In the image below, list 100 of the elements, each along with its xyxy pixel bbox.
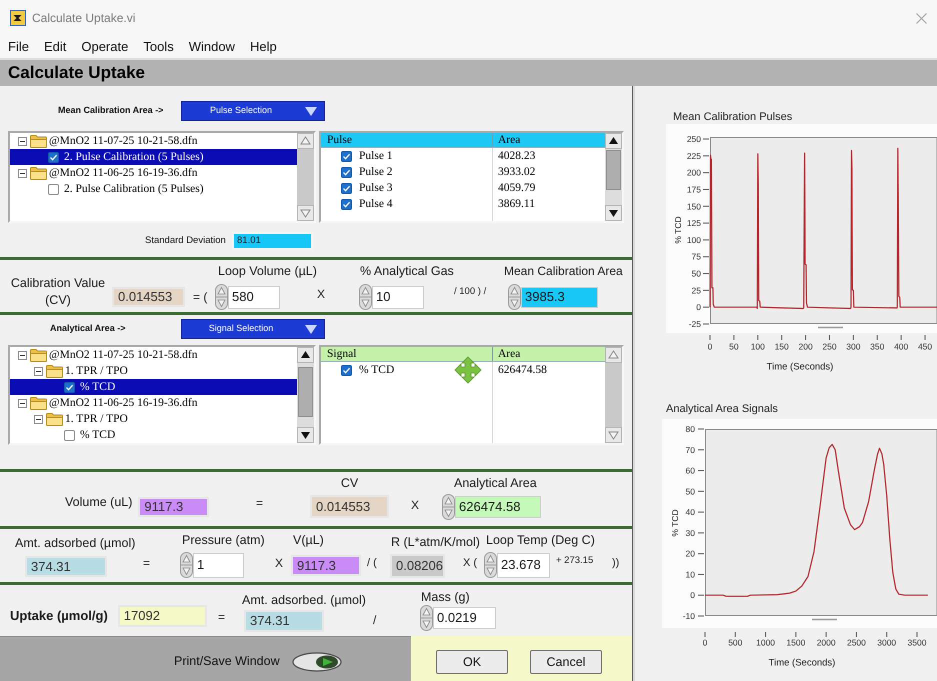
number-input[interactable]: 1 xyxy=(193,552,244,578)
value-display: 81.01 xyxy=(232,232,313,250)
row-label: % TCD xyxy=(359,363,394,378)
field-label: Uptake (µmol/g) xyxy=(10,607,108,624)
checkbox[interactable] xyxy=(48,184,59,194)
value-display: 9117.3 xyxy=(291,555,361,576)
scrollbar-thumb[interactable] xyxy=(606,150,621,190)
column-header: Area xyxy=(498,346,520,362)
selection-dropdown[interactable]: Pulse Selection xyxy=(181,101,325,121)
app-icon xyxy=(10,10,26,26)
number-input[interactable]: 626474.58 xyxy=(455,496,541,518)
scrollbar-thumb[interactable] xyxy=(298,367,313,417)
tree-item[interactable]: % TCD xyxy=(10,427,297,443)
tree-item[interactable]: 1. TPR / TPO xyxy=(10,411,297,427)
tree-item[interactable]: 2. Pulse Calibration (5 Pulses) xyxy=(10,181,297,197)
x-tick-label: 3500 xyxy=(908,638,926,648)
field-label: Standard Deviation xyxy=(145,234,227,248)
checkbox[interactable] xyxy=(341,198,352,210)
folder-icon xyxy=(30,348,47,362)
row-label: Pulse 1 xyxy=(359,149,393,164)
menu-item[interactable]: Edit xyxy=(44,38,66,56)
dialog-button[interactable]: Cancel xyxy=(530,650,602,674)
spinner-arrows-icon[interactable] xyxy=(215,284,228,310)
checkbox[interactable] xyxy=(64,430,75,440)
collapse-icon[interactable] xyxy=(18,168,27,178)
checkbox[interactable] xyxy=(341,364,352,376)
dialog-button[interactable]: OK xyxy=(436,650,508,674)
selection-dropdown[interactable]: Signal Selection xyxy=(181,319,325,339)
y-tick-label: 125 xyxy=(686,218,701,228)
column-header: Pulse xyxy=(327,132,352,148)
x-tick-label: 0 xyxy=(708,342,712,352)
tree-item[interactable]: @MnO2 11-07-25 10-21-58.dfn xyxy=(10,347,297,363)
x-tick-label: 150 xyxy=(774,342,789,352)
x-tick-label: 450 xyxy=(918,342,932,352)
field-label: Mean Calibration Area xyxy=(504,263,623,280)
column-header: Area xyxy=(498,132,520,148)
equation-constant: + 273.15 xyxy=(556,555,594,567)
equation-operator: X ( xyxy=(463,556,478,570)
collapse-icon[interactable] xyxy=(18,136,27,146)
spinner-arrows-icon[interactable] xyxy=(420,605,433,631)
tree-item-label: @MnO2 11-07-25 10-21-58.dfn xyxy=(49,348,198,363)
equation-operator: X xyxy=(275,555,284,571)
collapse-icon[interactable] xyxy=(34,366,43,376)
equation-constant: / 100 ) / xyxy=(454,286,486,298)
y-tick-label: -25 xyxy=(688,319,701,329)
scroll-down-icon[interactable] xyxy=(605,205,622,221)
scroll-up-icon[interactable] xyxy=(605,133,622,149)
x-tick-label: 500 xyxy=(728,638,742,648)
menu-item[interactable]: File xyxy=(8,38,29,56)
scroll-down-icon[interactable] xyxy=(297,427,314,443)
x-axis-title: Time (Seconds) xyxy=(768,658,836,668)
field-label: Calibration Value (CV) xyxy=(10,275,106,309)
window-title: Calculate Uptake.vi xyxy=(32,10,136,27)
menu-item[interactable]: Help xyxy=(250,38,277,56)
toggle-switch[interactable] xyxy=(292,652,342,672)
tree-item[interactable]: 2. Pulse Calibration (5 Pulses) xyxy=(10,149,297,165)
menu-item[interactable]: Tools xyxy=(143,38,174,56)
tree-item[interactable]: @MnO2 11-06-25 16-19-36.dfn xyxy=(10,395,297,411)
chart-title: Analytical Area Signals xyxy=(666,403,778,416)
spinner-arrows-icon[interactable] xyxy=(442,494,455,520)
tree-item[interactable]: 1. TPR / TPO xyxy=(10,363,297,379)
number-input[interactable]: 3985.3 xyxy=(521,286,598,308)
checkbox[interactable] xyxy=(341,182,352,194)
checkbox[interactable] xyxy=(341,150,352,162)
equation-operator: / ( xyxy=(367,556,377,570)
collapse-icon[interactable] xyxy=(34,414,43,424)
tree-item-label: 1. TPR / TPO xyxy=(65,364,128,379)
number-input[interactable]: 23.678 xyxy=(497,552,550,578)
equation-operator: = xyxy=(218,609,226,625)
number-input[interactable]: 0.0219 xyxy=(433,607,496,629)
x-tick-label: 250 xyxy=(822,342,837,352)
scrollbar-thumb[interactable] xyxy=(812,618,837,620)
spinner-arrows-icon[interactable] xyxy=(508,284,521,310)
tree-item[interactable]: % TCD xyxy=(10,379,297,395)
checkbox[interactable] xyxy=(48,152,59,162)
spinner-arrows-icon[interactable] xyxy=(359,284,372,310)
y-tick-label: 25 xyxy=(692,285,701,296)
y-tick-label: 100 xyxy=(686,234,701,245)
x-tick-label: 200 xyxy=(798,342,813,352)
tree-item[interactable]: @MnO2 11-07-25 10-21-58.dfn xyxy=(10,133,297,149)
checkbox[interactable] xyxy=(341,166,352,178)
number-input[interactable]: 580 xyxy=(228,286,280,308)
scrollbar-thumb[interactable] xyxy=(818,326,843,328)
y-tick-label: 10 xyxy=(686,569,695,580)
checkbox[interactable] xyxy=(64,382,75,392)
field-label: Analytical Area xyxy=(454,475,537,492)
number-input[interactable]: 10 xyxy=(372,286,424,308)
collapse-icon[interactable] xyxy=(18,398,27,408)
scroll-up-icon[interactable] xyxy=(297,347,314,363)
collapse-icon[interactable] xyxy=(18,350,27,360)
spinner-arrows-icon[interactable] xyxy=(180,552,193,578)
spinner-arrows-icon[interactable] xyxy=(484,552,497,578)
tree-item-label: 2. Pulse Calibration (5 Pulses) xyxy=(64,150,204,165)
y-tick-label: -10 xyxy=(682,611,695,621)
menu-item[interactable]: Window xyxy=(188,38,235,56)
y-tick-label: 40 xyxy=(686,507,695,518)
tree-item-label: % TCD xyxy=(80,428,116,443)
tree-item-label: @MnO2 11-07-25 10-21-58.dfn xyxy=(49,134,198,149)
tree-item[interactable]: @MnO2 11-06-25 16-19-36.dfn xyxy=(10,165,297,181)
menu-item[interactable]: Operate xyxy=(81,38,128,56)
